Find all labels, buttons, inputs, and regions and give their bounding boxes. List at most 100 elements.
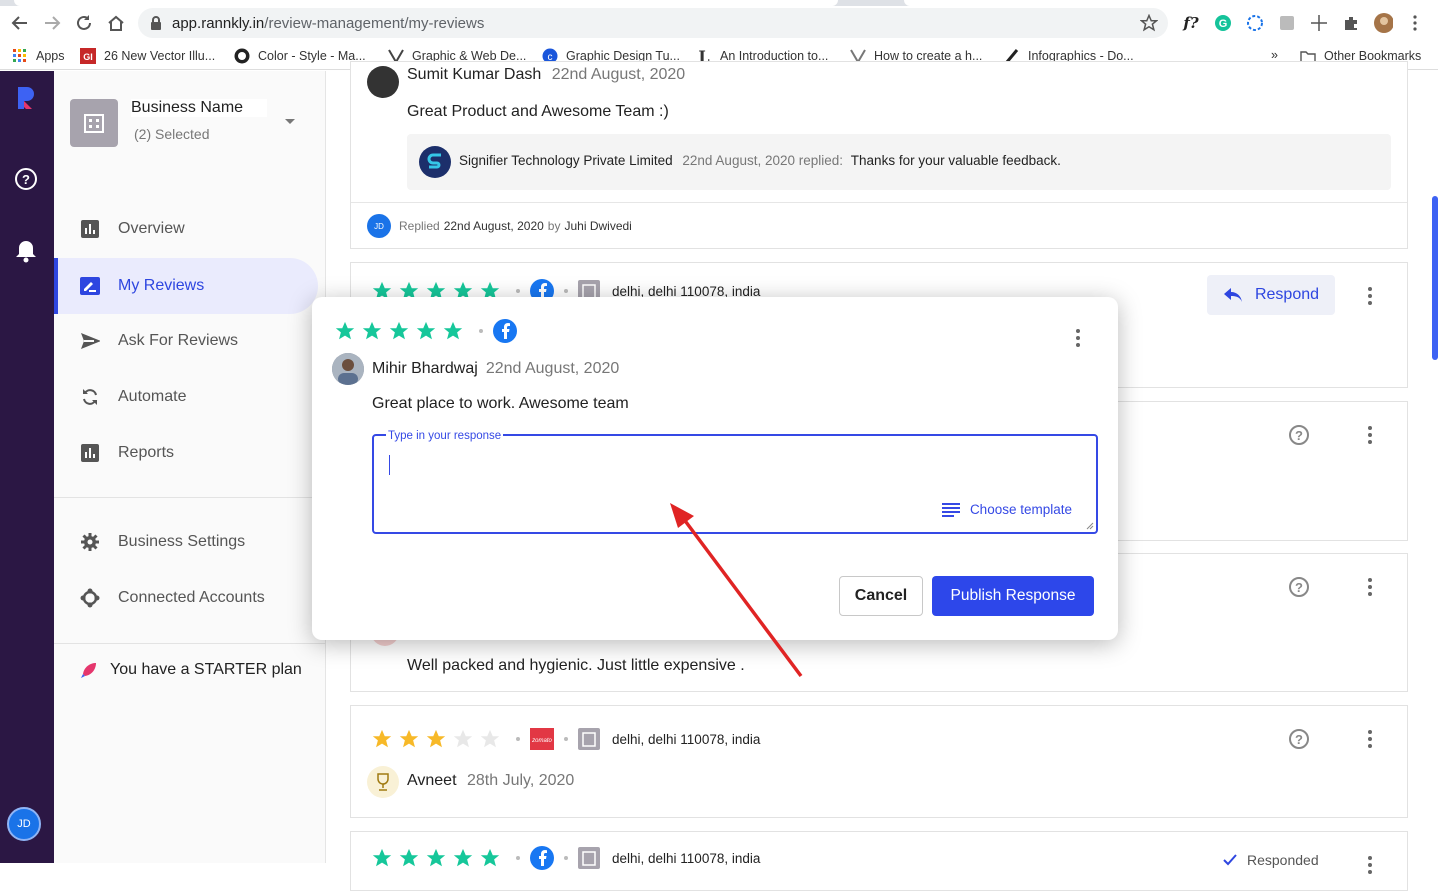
help-icon[interactable]: ? — [14, 167, 38, 191]
more-bookmarks-button[interactable]: » — [1271, 48, 1278, 62]
business-selected-count: (2) Selected — [134, 126, 210, 142]
nav-overview[interactable]: Overview — [54, 201, 318, 257]
resize-handle-icon[interactable] — [1086, 522, 1094, 530]
sidebar-divider — [54, 643, 326, 644]
modal-more-options-icon[interactable] — [1075, 329, 1081, 347]
help-circle-icon[interactable]: ? — [1289, 729, 1309, 749]
address-bar[interactable]: app.rannkly.in/review-management/my-revi… — [138, 8, 1168, 38]
help-circle-icon[interactable]: ? — [1289, 425, 1309, 445]
notification-bell-icon[interactable] — [15, 239, 37, 263]
cancel-button[interactable]: Cancel — [839, 576, 923, 616]
home-icon[interactable] — [104, 11, 128, 35]
url-host: app.rannkly.in — [172, 15, 265, 32]
replied-prefix: Replied — [399, 219, 440, 233]
profile-avatar-icon[interactable] — [1373, 13, 1393, 33]
bookmark-item[interactable]: GI 26 New Vector Illu... — [80, 48, 215, 64]
star-empty-icon — [452, 728, 474, 750]
rocket-icon — [80, 661, 98, 679]
back-icon[interactable] — [8, 11, 32, 35]
choose-template-label: Choose template — [969, 502, 1072, 517]
response-label: Type in your response — [386, 430, 504, 442]
respond-button[interactable]: Respond — [1207, 275, 1335, 315]
reply-text: Thanks for your valuable feedback. — [850, 153, 1061, 168]
sidebar: Business Name (2) Selected Overview My R… — [54, 71, 326, 863]
choose-template-button[interactable]: Choose template — [941, 502, 1072, 517]
formula-extension-icon[interactable]: f? — [1181, 13, 1201, 33]
bar-chart-icon — [80, 219, 100, 239]
nav-business-settings[interactable]: Business Settings — [54, 514, 318, 570]
response-textarea[interactable]: Type in your response Choose template — [372, 430, 1098, 534]
report-icon — [80, 443, 100, 463]
grammarly-icon[interactable]: G — [1213, 13, 1233, 33]
star-icon — [361, 320, 383, 342]
text-cursor — [389, 455, 390, 475]
reload-icon[interactable] — [72, 11, 96, 35]
forward-icon[interactable] — [40, 11, 64, 35]
help-circle-icon[interactable]: ? — [1289, 577, 1309, 597]
more-options-icon[interactable] — [1367, 856, 1373, 874]
bookmark-apps[interactable]: Apps — [12, 48, 65, 64]
reviewer-row: Mihir Bhardwaj 22nd August, 2020 — [332, 353, 619, 385]
replied-name: Juhi Dwivedi — [564, 219, 632, 233]
publish-response-button[interactable]: Publish Response — [932, 576, 1094, 616]
gear-icon — [80, 532, 100, 552]
facebook-icon — [530, 846, 554, 870]
nav-connected-accounts[interactable]: Connected Accounts — [54, 570, 318, 626]
bookmark-item[interactable]: Color - Style - Ma... — [234, 48, 366, 64]
star-icon — [415, 320, 437, 342]
user-avatar[interactable]: JD — [7, 807, 41, 841]
chevron-down-icon[interactable] — [284, 118, 296, 126]
responded-label: Responded — [1247, 852, 1319, 868]
bookmark-label: 26 New Vector Illu... — [104, 49, 216, 63]
more-options-icon[interactable] — [1367, 730, 1373, 748]
star-empty-icon — [479, 728, 501, 750]
reviews-icon — [80, 276, 100, 296]
more-options-icon[interactable] — [1367, 426, 1373, 444]
url-path: /review-management/my-reviews — [264, 15, 485, 32]
nav-ask-for-reviews[interactable]: Ask For Reviews — [54, 313, 318, 369]
facebook-icon — [493, 319, 517, 343]
star-icon — [398, 728, 420, 750]
review-text: Well packed and hygienic. Just little ex… — [407, 657, 745, 674]
github-icon — [234, 48, 250, 64]
nav-reports[interactable]: Reports — [54, 425, 318, 481]
star-icon — [479, 847, 501, 869]
scrollbar[interactable] — [1432, 196, 1438, 360]
location-text: delhi, delhi 110078, india — [612, 731, 761, 747]
grey-extension-icon[interactable] — [1277, 13, 1297, 33]
plan-info: You have a STARTER plan — [80, 661, 302, 679]
nav-automate[interactable]: Automate — [54, 369, 318, 425]
business-selector[interactable]: Business Name (2) Selected — [70, 99, 310, 147]
tab-strip — [0, 0, 1438, 6]
crosshair-extension-icon[interactable] — [1309, 13, 1329, 33]
more-options-icon[interactable] — [1367, 578, 1373, 596]
puzzle-extensions-icon[interactable] — [1341, 13, 1361, 33]
reply-meta: 22nd August, 2020 replied: — [682, 153, 844, 168]
nav-label: Business Settings — [118, 533, 246, 550]
app-rail: ? JD — [0, 71, 54, 863]
building-icon — [70, 99, 118, 147]
replied-date: 22nd August, 2020 — [443, 219, 544, 233]
review-date: 22nd August, 2020 — [551, 66, 686, 83]
review-card: zomato delhi, delhi 110078, india ? Avne… — [350, 705, 1408, 818]
review-card: Sumit Kumar Dash 22nd August, 2020 Great… — [350, 61, 1408, 249]
browser-chrome: app.rannkly.in/review-management/my-revi… — [0, 0, 1438, 70]
browser-menu-icon[interactable] — [1405, 13, 1425, 33]
nav-label: Overview — [118, 220, 185, 237]
nav-my-reviews[interactable]: My Reviews — [54, 258, 318, 314]
connected-icon — [80, 588, 100, 608]
more-options-icon[interactable] — [1367, 287, 1373, 305]
plan-text: You have a STARTER plan — [110, 661, 302, 678]
svg-text:?: ? — [22, 172, 30, 187]
business-name: Business Name — [131, 99, 268, 117]
flower-extension-icon[interactable] — [1245, 13, 1265, 33]
building-icon — [578, 728, 600, 750]
reply-line: Signifier Technology Private Limited 22n… — [459, 153, 1061, 168]
bookmark-label: Apps — [36, 49, 65, 63]
respond-label: Respond — [1254, 286, 1320, 303]
nav-label: Automate — [118, 388, 187, 405]
bookmark-star-icon[interactable] — [1140, 14, 1158, 32]
replied-by: by — [547, 219, 561, 233]
rannkly-logo-icon[interactable] — [16, 85, 36, 111]
reviewer-row: Sumit Kumar Dash 22nd August, 2020 — [407, 66, 685, 84]
